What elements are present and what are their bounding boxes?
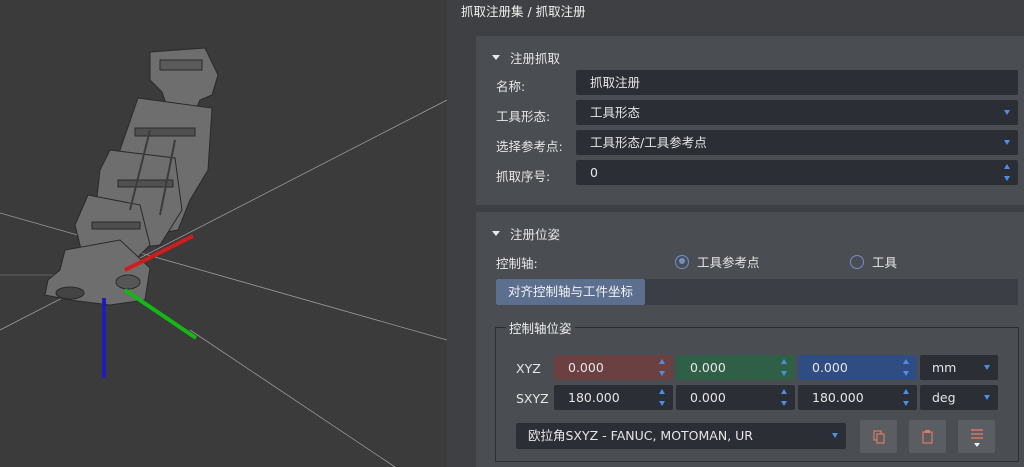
radio-tool-ref-point[interactable]: 工具参考点 <box>675 252 760 271</box>
grasp-index-spinbox[interactable]: 0 <box>576 160 1018 185</box>
euler-convention-select[interactable]: 欧拉角SXYZ - FANUC, MOTOMAN, UR <box>516 423 846 449</box>
xyz-label: XYZ <box>516 361 541 376</box>
xyz-unit-select[interactable]: mm <box>920 355 998 380</box>
register-grasp-header[interactable]: 注册抓取 <box>492 48 560 67</box>
unit-value: deg <box>932 390 956 405</box>
grasp-index-value: 0 <box>590 165 598 180</box>
rz-spinbox[interactable]: 180.000 <box>798 385 917 410</box>
control-axis-label: 控制轴: <box>496 256 538 271</box>
dropdown-arrow-icon <box>984 365 990 370</box>
radio-unselected-icon[interactable] <box>850 254 864 269</box>
align-toolbar: 对齐控制轴与工件坐标 <box>496 279 1018 305</box>
spin-arrows-icon[interactable] <box>781 388 787 407</box>
spin-arrows-icon[interactable] <box>903 358 909 377</box>
menu-icon <box>971 429 983 447</box>
y-axis <box>123 288 198 340</box>
tool-form-value: 工具形态 <box>590 105 641 120</box>
x-spinbox[interactable]: 0.000 <box>554 355 673 380</box>
z-value: 0.000 <box>812 360 848 375</box>
euler-convention-value: 欧拉角SXYZ - FANUC, MOTOMAN, UR <box>528 428 753 443</box>
ry-spinbox[interactable]: 0.000 <box>676 385 795 410</box>
collapse-triangle-icon[interactable] <box>492 55 500 60</box>
register-pose-section: 注册位姿 控制轴: 工具参考点 工具 对齐控制轴与工件坐标 控制轴位姿 XYZ … <box>476 212 1024 467</box>
radio-selected-icon[interactable] <box>675 254 689 269</box>
rx-spinbox[interactable]: 180.000 <box>554 385 673 410</box>
ref-point-value: 工具形态/工具参考点 <box>590 135 707 150</box>
grid-line <box>189 329 396 467</box>
menu-button[interactable] <box>958 420 995 453</box>
name-input[interactable]: 抓取注册 <box>576 70 1018 95</box>
control-axis-pose-group: 控制轴位姿 XYZ 0.000 0.000 0.000 mm SXYZ 180.… <box>495 318 1019 462</box>
register-grasp-section: 注册抓取 名称: 抓取注册 工具形态: 工具形态 选择参考点: 工具形态/工具参… <box>476 36 1024 205</box>
ref-point-select[interactable]: 工具形态/工具参考点 <box>576 130 1018 155</box>
section-title: 注册位姿 <box>510 227 561 242</box>
spin-arrows-icon[interactable] <box>659 388 665 407</box>
radio-label: 工具 <box>872 255 898 270</box>
radio-tool[interactable]: 工具 <box>850 252 897 271</box>
collapse-triangle-icon[interactable] <box>492 231 500 236</box>
unit-value: mm <box>932 360 957 375</box>
ry-value: 0.000 <box>690 390 726 405</box>
breadcrumb[interactable]: 抓取注册集 / 抓取注册 <box>461 1 586 20</box>
spin-arrows-icon[interactable] <box>659 358 665 377</box>
sxyz-unit-select[interactable]: deg <box>920 385 998 410</box>
tool-form-label: 工具形态: <box>496 109 551 124</box>
section-title: 注册抓取 <box>510 51 561 66</box>
radio-label: 工具参考点 <box>697 255 760 270</box>
copy-icon <box>873 430 885 444</box>
tool-form-select[interactable]: 工具形态 <box>576 100 1018 125</box>
dropdown-arrow-icon <box>1004 110 1010 115</box>
group-legend: 控制轴位姿 <box>509 321 572 336</box>
spin-arrows-icon[interactable] <box>781 358 787 377</box>
copy-button[interactable] <box>860 420 897 453</box>
rx-value: 180.000 <box>568 390 620 405</box>
y-value: 0.000 <box>690 360 726 375</box>
z-spinbox[interactable]: 0.000 <box>798 355 917 380</box>
properties-panel: 抓取注册集 / 抓取注册 注册抓取 名称: 抓取注册 工具形态: 工具形态 选择… <box>447 0 1024 467</box>
ref-point-label: 选择参考点: <box>496 139 563 154</box>
spin-arrows-icon[interactable] <box>903 388 909 407</box>
x-value: 0.000 <box>568 360 604 375</box>
rz-value: 180.000 <box>812 390 864 405</box>
scene-canvas[interactable] <box>0 0 447 467</box>
3d-viewport[interactable] <box>0 0 447 467</box>
grasp-index-label: 抓取序号: <box>496 169 551 184</box>
register-pose-header[interactable]: 注册位姿 <box>492 224 560 243</box>
paste-button[interactable] <box>909 420 946 453</box>
sxyz-label: SXYZ <box>516 391 549 406</box>
dropdown-arrow-icon <box>1004 140 1010 145</box>
y-spinbox[interactable]: 0.000 <box>676 355 795 380</box>
align-axis-button[interactable]: 对齐控制轴与工件坐标 <box>496 279 646 305</box>
dropdown-arrow-icon <box>984 395 990 400</box>
paste-icon <box>922 430 933 444</box>
name-label: 名称: <box>496 79 526 94</box>
dropdown-arrow-icon <box>832 433 838 438</box>
spin-arrows-icon[interactable] <box>1004 163 1010 182</box>
